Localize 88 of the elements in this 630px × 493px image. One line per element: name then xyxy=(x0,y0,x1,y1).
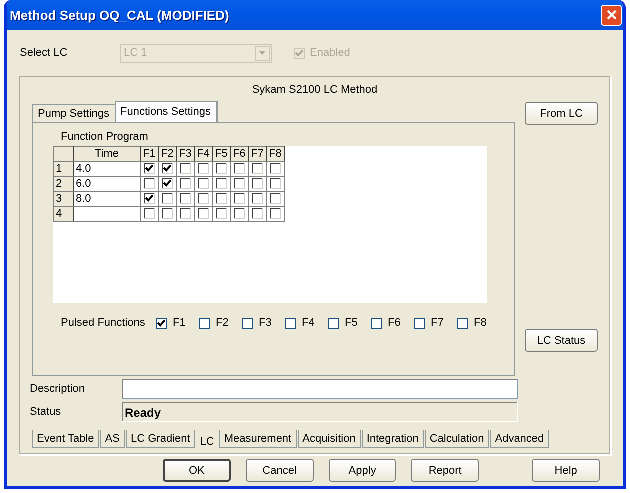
function-checkbox[interactable] xyxy=(216,193,227,204)
function-checkbox[interactable] xyxy=(144,208,155,220)
column-header: Time xyxy=(74,146,140,162)
pulsed-function-checkbox[interactable]: F1 xyxy=(156,317,199,329)
method-tab[interactable]: Event Table xyxy=(32,430,100,448)
method-tab[interactable]: Calculation xyxy=(424,430,490,448)
column-header: F1 xyxy=(140,146,158,162)
pulsed-function-checkbox[interactable]: F6 xyxy=(371,317,414,329)
pulsed-function-checkbox[interactable]: F5 xyxy=(328,317,371,329)
column-header: F2 xyxy=(158,146,176,162)
function-checkbox[interactable] xyxy=(270,163,281,174)
method-tab[interactable]: AS xyxy=(100,430,125,448)
function-checkbox[interactable] xyxy=(234,163,245,174)
function-checkbox[interactable] xyxy=(270,178,281,190)
check-icon xyxy=(295,48,304,58)
time-cell[interactable] xyxy=(74,206,140,222)
method-tab[interactable]: LC Gradient xyxy=(126,430,196,448)
row-header: 1 xyxy=(54,162,74,176)
dialog-button[interactable]: Help xyxy=(532,459,600,482)
method-tab[interactable]: Acquisition xyxy=(298,430,361,448)
function-checkbox[interactable] xyxy=(198,163,209,174)
settings-tab[interactable]: Functions Settings xyxy=(114,101,218,122)
method-tab[interactable]: Integration xyxy=(362,430,424,448)
from-lc-button[interactable]: From LC xyxy=(525,102,598,125)
function-program-label: Function Program xyxy=(61,131,150,143)
method-title: Sykam S2100 LC Method xyxy=(251,84,379,96)
dialog-button[interactable]: Apply xyxy=(328,459,396,482)
function-checkbox[interactable] xyxy=(162,178,173,190)
row-header: 4 xyxy=(54,206,74,222)
function-checkbox[interactable] xyxy=(252,178,263,190)
pulsed-function-checkbox[interactable]: F8 xyxy=(457,317,500,329)
dropdown-arrow-icon xyxy=(259,51,266,55)
function-checkbox[interactable] xyxy=(216,178,227,190)
column-header: F5 xyxy=(212,146,230,162)
function-checkbox[interactable] xyxy=(144,193,155,204)
close-icon xyxy=(606,9,618,21)
function-checkbox[interactable] xyxy=(144,163,155,174)
check-icon xyxy=(157,318,166,328)
lc-status-button[interactable]: LC Status xyxy=(525,329,598,352)
function-checkbox[interactable] xyxy=(180,163,191,174)
pulsed-function-checkbox[interactable]: F7 xyxy=(414,317,457,329)
dialog-button[interactable]: Cancel xyxy=(246,459,314,482)
function-checkbox[interactable] xyxy=(270,193,281,204)
function-checkbox[interactable] xyxy=(180,208,191,220)
window-title: Method Setup OQ_CAL (MODIFIED) xyxy=(10,8,230,22)
function-checkbox[interactable] xyxy=(180,178,191,190)
select-lc-label: Select LC xyxy=(19,47,69,59)
method-tab[interactable]: Advanced xyxy=(490,430,550,448)
function-checkbox[interactable] xyxy=(252,193,263,204)
column-header: F6 xyxy=(230,146,248,162)
function-checkbox[interactable] xyxy=(162,208,173,220)
pulsed-function-checkbox[interactable]: F3 xyxy=(242,317,285,329)
pulsed-function-checkbox[interactable]: F4 xyxy=(285,317,328,329)
function-checkbox[interactable] xyxy=(198,178,209,190)
description-label: Description xyxy=(30,383,86,395)
time-cell[interactable]: 4.0 xyxy=(74,162,140,176)
row-header: 3 xyxy=(54,192,74,206)
function-checkbox[interactable] xyxy=(198,193,209,204)
function-checkbox[interactable] xyxy=(234,178,245,190)
function-checkbox[interactable] xyxy=(216,163,227,174)
row-header: 2 xyxy=(54,176,74,192)
column-header: F3 xyxy=(176,146,194,162)
function-checkbox[interactable] xyxy=(144,178,155,190)
close-button[interactable] xyxy=(601,4,622,26)
column-header: F7 xyxy=(248,146,266,162)
pulsed-functions-label: Pulsed Functions xyxy=(61,317,146,329)
pulsed-function-checkbox[interactable]: F2 xyxy=(199,317,242,329)
dialog-button[interactable]: OK xyxy=(163,459,231,482)
function-checkbox[interactable] xyxy=(234,208,245,220)
column-header: F4 xyxy=(194,146,212,162)
function-checkbox[interactable] xyxy=(180,193,191,204)
function-checkbox[interactable] xyxy=(162,193,173,204)
status-field: Ready xyxy=(122,402,518,422)
settings-tab[interactable]: Pump Settings xyxy=(32,104,116,122)
function-checkbox[interactable] xyxy=(270,208,281,220)
dialog-button[interactable]: Report xyxy=(411,459,480,482)
time-cell[interactable]: 6.0 xyxy=(74,176,140,192)
method-tab[interactable]: Measurement xyxy=(219,430,297,448)
function-checkbox[interactable] xyxy=(198,208,209,220)
time-cell[interactable]: 8.0 xyxy=(74,192,140,206)
column-header: F8 xyxy=(266,146,284,162)
function-checkbox[interactable] xyxy=(216,208,227,220)
function-checkbox[interactable] xyxy=(252,163,263,174)
description-field[interactable] xyxy=(122,379,518,399)
function-checkbox[interactable] xyxy=(234,193,245,204)
function-checkbox[interactable] xyxy=(162,163,173,174)
status-label: Status xyxy=(30,406,62,418)
function-checkbox[interactable] xyxy=(252,208,263,220)
